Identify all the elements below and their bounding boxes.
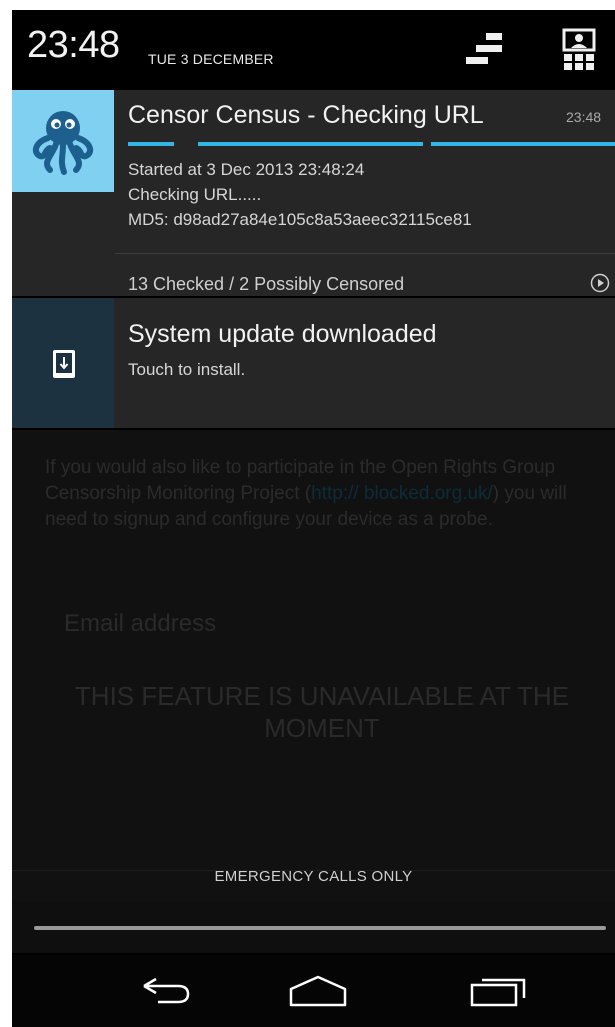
notification-line-status: Checking URL..... [128,185,262,204]
system-update-icon [53,350,75,378]
octopus-icon [32,111,94,175]
background-unavailable-notice: THIS FEATURE IS UNAVAILABLE AT THE MOMEN… [74,681,570,743]
back-button[interactable] [116,955,216,1027]
notification-line-started: Started at 3 Dec 2013 23:48:24 [128,160,365,179]
progress-segment [431,142,615,146]
notification-action-label[interactable]: 13 Checked / 2 Possibly Censored [128,274,404,295]
notification-system-update[interactable]: System update downloaded Touch to instal… [12,298,615,428]
notification-censor-census[interactable]: Censor Census - Checking URL 23:48 Start… [12,90,615,296]
system-update-icon-tile [12,298,114,428]
recents-icon [470,978,526,1007]
shade-header: 23:48 TUE 3 DECEMBER [12,10,615,90]
back-icon [143,977,190,1004]
quick-settings-icon[interactable] [556,26,602,72]
clear-all-icon[interactable] [464,26,510,72]
recents-button[interactable] [449,955,549,1027]
notification-subtitle: Touch to install. [128,360,246,379]
progress-segment [128,142,174,146]
carrier-label: EMERGENCY CALLS ONLY [214,868,413,885]
app-icon-tile [12,90,114,192]
background-link: http:// blocked.org.uk/ [311,483,493,504]
background-paragraph: If you would also like to participate in… [45,457,567,530]
notification-line-md5: MD5: d98ad27a84e105c8a53aeec32115ce81 [128,210,472,229]
notification-title: Censor Census - Checking URL [128,101,484,129]
notification-time: 23:48 [566,109,602,125]
action-divider [115,253,615,254]
phone-screen: If you would also like to participate in… [12,10,615,1027]
play-circle-icon[interactable] [590,273,610,293]
navigation-bar [12,955,615,1027]
home-button[interactable] [268,955,368,1027]
date: TUE 3 DECEMBER [148,51,274,67]
notification-title: System update downloaded [128,320,437,348]
shade-drag-handle[interactable] [34,926,606,930]
home-icon [289,975,347,1007]
progress-segment [198,142,423,146]
background-email-field: Email address [64,610,217,637]
clock: 23:48 [27,24,120,66]
